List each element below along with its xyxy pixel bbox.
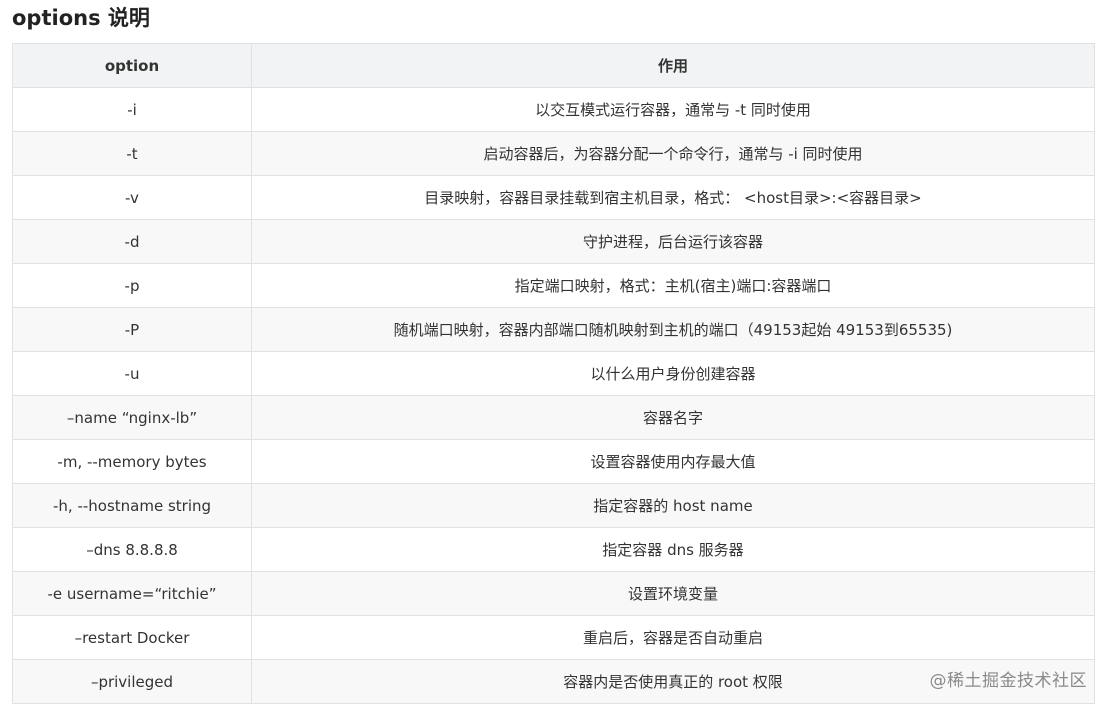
option-cell: -e username=“ritchie”: [12, 571, 252, 616]
description-cell: 指定容器 dns 服务器: [251, 527, 1095, 572]
table-row: -u 以什么用户身份创建容器: [12, 351, 1095, 396]
description-cell: 守护进程，后台运行该容器: [251, 219, 1095, 264]
options-table-container: option 作用 -i 以交互模式运行容器，通常与 -t 同时使用 -t 启动…: [12, 43, 1095, 704]
table-row: -d 守护进程，后台运行该容器: [12, 219, 1095, 264]
table-row: -v 目录映射，容器目录挂载到宿主机目录，格式： <host目录>:<容器目录>: [12, 175, 1095, 220]
table-body: -i 以交互模式运行容器，通常与 -t 同时使用 -t 启动容器后，为容器分配一…: [12, 87, 1095, 704]
description-cell: 容器名字: [251, 395, 1095, 440]
option-cell: –restart Docker: [12, 615, 252, 660]
description-cell: 以交互模式运行容器，通常与 -t 同时使用: [251, 87, 1095, 132]
option-cell: -u: [12, 351, 252, 396]
table-row: -i 以交互模式运行容器，通常与 -t 同时使用: [12, 87, 1095, 132]
table-header-row: option 作用: [12, 43, 1095, 88]
page-title: options 说明: [12, 6, 150, 30]
description-cell: 指定容器的 host name: [251, 483, 1095, 528]
description-cell: 设置容器使用内存最大值: [251, 439, 1095, 484]
option-cell: -P: [12, 307, 252, 352]
option-cell: -p: [12, 263, 252, 308]
option-cell: -d: [12, 219, 252, 264]
table-row: –restart Docker 重启后，容器是否自动重启: [12, 615, 1095, 660]
description-cell: 重启后，容器是否自动重启: [251, 615, 1095, 660]
table-row: -h, --hostname string 指定容器的 host name: [12, 483, 1095, 528]
option-cell: -i: [12, 87, 252, 132]
description-cell: 启动容器后，为容器分配一个命令行，通常与 -i 同时使用: [251, 131, 1095, 176]
table-row: –dns 8.8.8.8 指定容器 dns 服务器: [12, 527, 1095, 572]
table-row: -p 指定端口映射，格式：主机(宿主)端口:容器端口: [12, 263, 1095, 308]
option-cell: -t: [12, 131, 252, 176]
option-cell: –privileged: [12, 659, 252, 704]
table-row: -t 启动容器后，为容器分配一个命令行，通常与 -i 同时使用: [12, 131, 1095, 176]
column-header-option: option: [12, 43, 252, 88]
table-row: –name “nginx-lb” 容器名字: [12, 395, 1095, 440]
column-header-description: 作用: [251, 43, 1095, 88]
option-cell: -m, --memory bytes: [12, 439, 252, 484]
option-cell: -h, --hostname string: [12, 483, 252, 528]
description-cell: 指定端口映射，格式：主机(宿主)端口:容器端口: [251, 263, 1095, 308]
description-cell: 设置环境变量: [251, 571, 1095, 616]
options-table: option 作用 -i 以交互模式运行容器，通常与 -t 同时使用 -t 启动…: [12, 43, 1095, 704]
option-cell: -v: [12, 175, 252, 220]
watermark: @稀土掘金技术社区: [929, 671, 1087, 691]
description-cell: 随机端口映射，容器内部端口随机映射到主机的端口（49153起始 49153到65…: [251, 307, 1095, 352]
option-cell: –name “nginx-lb”: [12, 395, 252, 440]
table-row: -e username=“ritchie” 设置环境变量: [12, 571, 1095, 616]
table-row: -m, --memory bytes 设置容器使用内存最大值: [12, 439, 1095, 484]
description-cell: 目录映射，容器目录挂载到宿主机目录，格式： <host目录>:<容器目录>: [251, 175, 1095, 220]
description-cell: 以什么用户身份创建容器: [251, 351, 1095, 396]
option-cell: –dns 8.8.8.8: [12, 527, 252, 572]
table-row: -P 随机端口映射，容器内部端口随机映射到主机的端口（49153起始 49153…: [12, 307, 1095, 352]
